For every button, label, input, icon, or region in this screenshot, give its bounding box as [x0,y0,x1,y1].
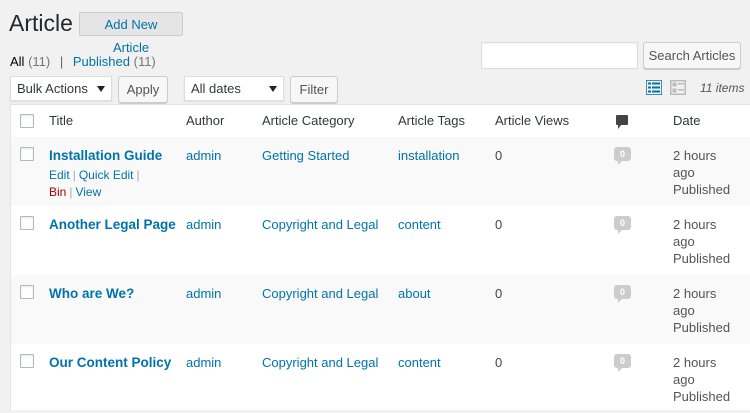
author-link[interactable]: admin [186,285,221,302]
separator: | [136,168,140,182]
table-row: Another Legal Page admin Copyright and L… [11,206,750,275]
status-text: Published [673,251,731,266]
comment-count-badge[interactable]: 0 [614,216,631,234]
bulk-actions-value: Bulk Actions [17,81,88,96]
views-count: 0 [495,286,503,301]
column-author: Author [186,113,225,128]
search-articles-button[interactable]: Search Articles [643,42,741,69]
category-link[interactable]: Copyright and Legal [262,285,378,302]
date-text-2: ago [673,372,695,387]
date-text-2: ago [673,165,695,180]
views-count: 0 [495,148,503,163]
date-text: 2 hours [673,286,717,301]
row-checkbox[interactable] [20,216,34,230]
search-input[interactable] [481,42,638,69]
articles-table: Title Author Article Category Article Ta… [10,104,750,410]
filter-published-link[interactable]: Published [73,54,130,69]
quick-edit-link[interactable]: Quick Edit [79,168,134,182]
author-link[interactable]: admin [186,216,221,233]
tag-link[interactable]: content [398,216,441,233]
column-category: Article Category [262,113,355,128]
article-title-link[interactable]: Our Content Policy [49,354,171,371]
author-link[interactable]: admin [186,354,221,371]
date-cell: 2 hours ago Published [673,285,730,336]
date-cell: 2 hours ago Published [673,147,730,198]
filter-separator: | [59,54,64,69]
status-text: Published [673,320,731,335]
filter-button[interactable]: Filter [290,76,338,103]
chevron-down-icon [97,86,105,92]
bulk-actions-select[interactable]: Bulk Actions [10,76,112,101]
date-cell: 2 hours ago Published [673,216,730,267]
column-title[interactable]: Title [49,113,73,128]
comment-bubble-icon[interactable] [616,115,628,129]
apply-button[interactable]: Apply [118,76,168,103]
column-tags: Article Tags [398,113,465,128]
status-text: Published [673,182,731,197]
filter-all-count: (11) [28,54,51,69]
table-row: Who are We? admin Copyright and Legal ab… [11,275,750,344]
column-date[interactable]: Date [673,113,700,128]
article-title-link[interactable]: Who are We? [49,285,134,302]
add-new-article-button[interactable]: Add New Article [79,12,183,55]
row-checkbox[interactable] [20,147,34,161]
status-text: Published [673,389,731,404]
table-row: Our Content Policy admin Copyright and L… [11,344,750,413]
date-text: 2 hours [673,355,717,370]
edit-link[interactable]: Edit [49,168,70,182]
category-link[interactable]: Getting Started [262,147,349,164]
excerpt-view-icon[interactable] [670,80,686,95]
chevron-down-icon [269,86,277,92]
list-view-icon[interactable] [646,80,662,95]
category-link[interactable]: Copyright and Legal [262,354,378,371]
separator: | [72,168,76,182]
row-actions: Edit | Quick Edit | Bin | View [49,167,159,201]
views-count: 0 [495,355,503,370]
comment-count-badge[interactable]: 0 [614,354,631,372]
bin-link[interactable]: Bin [49,185,66,199]
dates-value: All dates [191,81,241,96]
table-row: Installation Guide Edit | Quick Edit | Bin |… [11,137,750,206]
dates-select[interactable]: All dates [184,76,284,101]
date-text-2: ago [673,303,695,318]
tag-link[interactable]: about [398,285,431,302]
table-header: Title Author Article Category Article Ta… [11,105,750,138]
views-count: 0 [495,217,503,232]
comment-count-badge[interactable]: 0 [614,147,631,165]
article-title-link[interactable]: Installation Guide [49,147,162,164]
author-link[interactable]: admin [186,147,221,164]
row-checkbox[interactable] [20,354,34,368]
view-link[interactable]: View [75,185,101,199]
date-text: 2 hours [673,148,717,163]
status-filters: All (11) | Published (11) [10,55,156,69]
article-title-link[interactable]: Another Legal Page [49,216,176,233]
tag-link[interactable]: installation [398,147,459,164]
separator: | [69,185,73,199]
filter-all-link[interactable]: All [10,54,24,69]
items-count: 11 items [700,81,745,95]
select-all-checkbox[interactable] [20,114,34,128]
row-checkbox[interactable] [20,285,34,299]
date-text-2: ago [673,234,695,249]
filter-published-count: (11) [133,54,156,69]
page-title: Article [9,10,73,36]
column-views: Article Views [495,113,570,128]
date-cell: 2 hours ago Published [673,354,730,405]
category-link[interactable]: Copyright and Legal [262,216,378,233]
date-text: 2 hours [673,217,717,232]
comment-count-badge[interactable]: 0 [614,285,631,303]
tag-link[interactable]: content [398,354,441,371]
